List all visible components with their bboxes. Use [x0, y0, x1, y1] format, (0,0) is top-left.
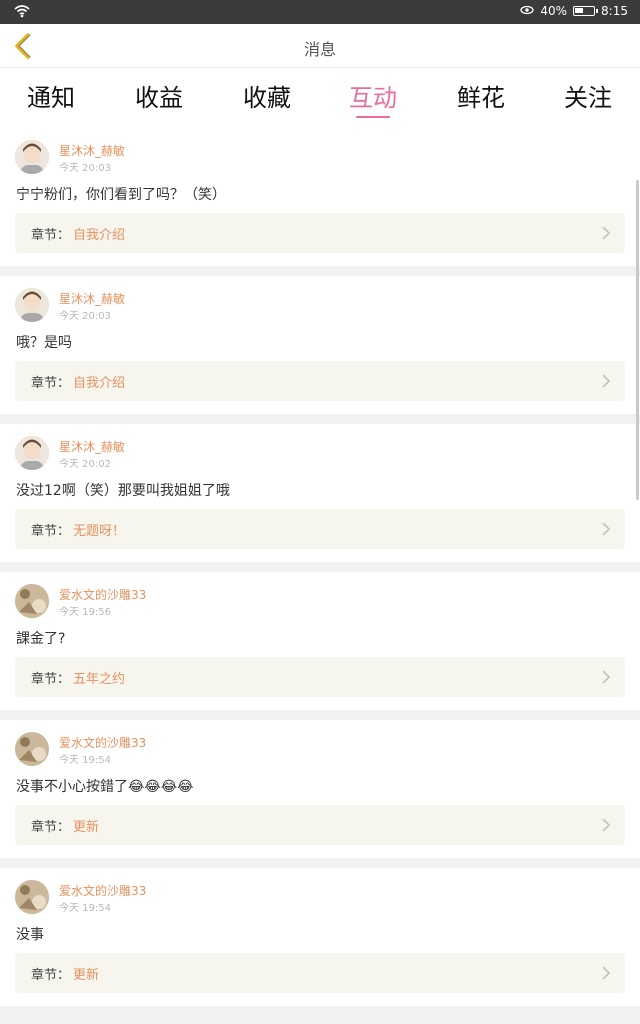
message-card[interactable]: 爱水文的沙雕33 今天 19:54 没事 章节： 更新 — [0, 868, 640, 1006]
chapter-link[interactable]: 章节： 自我介绍 — [15, 213, 625, 253]
timestamp: 今天 20:03 — [59, 163, 111, 174]
avatar[interactable] — [15, 732, 49, 766]
timestamp: 今天 19:54 — [59, 755, 111, 766]
battery-icon — [573, 6, 599, 16]
chapter-prefix: 章节： — [31, 968, 71, 983]
timestamp: 今天 19:54 — [59, 903, 111, 914]
message-text: 没事 — [16, 927, 44, 943]
eye-comfort-icon — [520, 4, 535, 18]
tab-notifications[interactable]: 通知 — [1, 78, 101, 113]
message-card[interactable]: 星沐沐_赫敏 今天 20:03 宁宁粉们，你们看到了吗？（笑） 章节： 自我介绍 — [0, 128, 640, 266]
message-list[interactable]: 星沐沐_赫敏 今天 20:03 宁宁粉们，你们看到了吗？（笑） 章节： 自我介绍… — [0, 128, 640, 1024]
scrollbar[interactable] — [636, 180, 639, 500]
chapter-link[interactable]: 章节： 自我介绍 — [15, 361, 625, 401]
chapter-title: 无题呀！ — [73, 524, 126, 539]
avatar[interactable] — [15, 436, 49, 470]
chevron-right-icon — [602, 226, 611, 240]
chapter-title: 五年之约 — [73, 672, 126, 687]
clock: 8:15 — [601, 4, 628, 18]
timestamp: 今天 20:03 — [59, 311, 111, 322]
username[interactable]: 星沐沐_赫敏 — [59, 290, 125, 307]
nav-bar: 消息 — [0, 24, 640, 68]
chapter-title: 自我介绍 — [73, 228, 126, 243]
avatar[interactable] — [15, 288, 49, 322]
username[interactable]: 爱水文的沙雕33 — [59, 734, 146, 751]
chevron-right-icon — [602, 374, 611, 388]
message-text: 没事不小心按錯了😂😂😂😂 — [16, 779, 194, 795]
chapter-prefix: 章节： — [31, 820, 71, 835]
chapter-link[interactable]: 章节： 无题呀！ — [15, 509, 625, 549]
message-card[interactable]: 爱水文的沙雕33 今天 19:56 課金了? 章节： 五年之约 — [0, 572, 640, 710]
tab-interactions[interactable]: 互动 — [323, 78, 423, 113]
chapter-title: 更新 — [73, 968, 100, 983]
username[interactable]: 爱水文的沙雕33 — [59, 882, 146, 899]
tab-bar: 通知 收益 收藏 互动 鲜花 关注 — [0, 68, 640, 128]
chapter-link[interactable]: 章节： 五年之约 — [15, 657, 625, 697]
battery-percent: 40% — [540, 4, 568, 18]
tab-earnings[interactable]: 收益 — [109, 78, 209, 113]
message-card[interactable]: 星沐沐_赫敏 今天 20:02 没过12啊（笑）那要叫我姐姐了哦 章节： 无题呀… — [0, 424, 640, 562]
tab-following[interactable]: 关注 — [538, 78, 638, 113]
message-text: 課金了? — [16, 631, 66, 647]
chapter-link[interactable]: 章节： 更新 — [15, 805, 625, 845]
page-title: 消息 — [303, 40, 336, 59]
status-bar: 40% 8:15 — [0, 0, 640, 24]
message-card[interactable]: 星沐沐_赫敏 今天 20:03 哦？是吗 章节： 自我介绍 — [0, 276, 640, 414]
chapter-title: 更新 — [73, 820, 100, 835]
username[interactable]: 星沐沐_赫敏 — [59, 438, 125, 455]
wifi-icon — [14, 4, 30, 21]
message-text: 没过12啊（笑）那要叫我姐姐了哦 — [16, 483, 230, 499]
chapter-prefix: 章节： — [31, 228, 71, 243]
chapter-prefix: 章节： — [31, 672, 71, 687]
chapter-link[interactable]: 章节： 更新 — [15, 953, 625, 993]
avatar[interactable] — [15, 880, 49, 914]
message-text: 宁宁粉们，你们看到了吗？（笑） — [16, 187, 226, 203]
chevron-right-icon — [602, 966, 611, 980]
chevron-right-icon — [602, 670, 611, 684]
chevron-right-icon — [602, 818, 611, 832]
timestamp: 今天 19:56 — [59, 607, 111, 618]
chevron-right-icon — [602, 522, 611, 536]
chapter-title: 自我介绍 — [73, 376, 126, 391]
username[interactable]: 星沐沐_赫敏 — [59, 142, 125, 159]
message-card[interactable]: 爱水文的沙雕33 今天 19:54 没事不小心按錯了😂😂😂😂 章节： 更新 — [0, 720, 640, 858]
avatar[interactable] — [15, 584, 49, 618]
timestamp: 今天 20:02 — [59, 459, 111, 470]
tab-favorites[interactable]: 收藏 — [217, 78, 317, 113]
avatar[interactable] — [15, 140, 49, 174]
username[interactable]: 爱水文的沙雕33 — [59, 586, 146, 603]
active-tab-indicator — [356, 116, 390, 118]
tab-flowers[interactable]: 鲜花 — [431, 78, 531, 113]
message-text: 哦？是吗 — [16, 335, 72, 351]
chapter-prefix: 章节： — [31, 376, 71, 391]
chapter-prefix: 章节： — [31, 524, 71, 539]
